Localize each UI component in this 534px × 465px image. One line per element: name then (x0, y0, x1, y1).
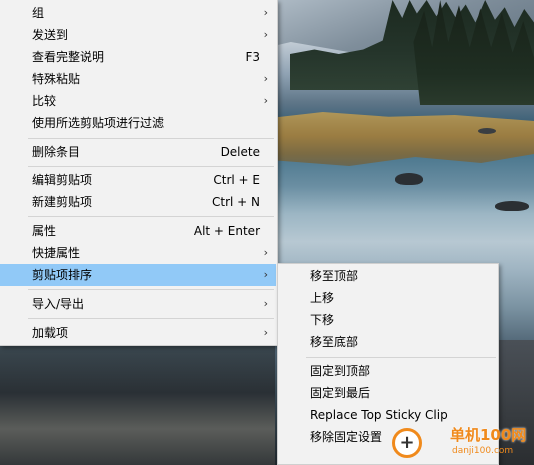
submenu-item-move-to-top[interactable]: 移至顶部 (278, 265, 498, 287)
menu-item-delete[interactable]: 删除条目 Delete (0, 141, 276, 163)
submenu-arrow-icon: › (263, 72, 268, 85)
menu-item-label: 特殊粘贴 (32, 72, 81, 86)
submenu-item-pin-to-last[interactable]: 固定到最后 (278, 382, 498, 404)
menu-item-filter-by-selected[interactable]: 使用所选剪贴项进行过滤 (0, 112, 276, 134)
menu-item-label: 查看完整说明 (32, 50, 105, 64)
menu-item-import-export[interactable]: 导入/导出 › (0, 293, 276, 315)
menu-item-quick-properties[interactable]: 快捷属性 › (0, 242, 276, 264)
menu-item-add-ins[interactable]: 加载项 › (0, 322, 276, 344)
wallpaper-rock (478, 128, 496, 134)
menu-separator (28, 166, 274, 167)
menu-item-label: 发送到 (32, 28, 69, 42)
watermark-text: 单机100网 (450, 426, 527, 444)
context-menu: 组 › 发送到 › 查看完整说明 F3 特殊粘贴 › 比较 › 使用所选剪贴项进… (0, 0, 278, 346)
menu-item-label: 导入/导出 (32, 297, 85, 311)
menu-item-compare[interactable]: 比较 › (0, 90, 276, 112)
wallpaper-grass (270, 112, 534, 166)
menu-item-label: 加载项 (32, 326, 69, 340)
menu-item-edit-clip[interactable]: 编辑剪贴项 Ctrl + E (0, 169, 276, 191)
submenu-item-move-to-bottom[interactable]: 移至底部 (278, 331, 498, 353)
submenu-separator (306, 357, 496, 358)
wallpaper-rock (395, 173, 423, 185)
submenu-item-pin-to-top[interactable]: 固定到顶部 (278, 360, 498, 382)
submenu-arrow-icon: › (263, 246, 268, 259)
menu-item-label: 新建剪贴项 (32, 195, 93, 209)
menu-item-group[interactable]: 组 › (0, 2, 276, 24)
submenu-item-label: Replace Top Sticky Clip (310, 408, 448, 422)
watermark-url: danji100.com (452, 446, 514, 456)
menu-item-label: 编辑剪贴项 (32, 173, 93, 187)
watermark-logo: + 单机100网 danji100.com (392, 424, 534, 465)
submenu-arrow-icon: › (263, 94, 268, 107)
menu-item-label: 比较 (32, 94, 57, 108)
menu-item-label: 剪贴项排序 (32, 268, 93, 282)
submenu-item-replace-top-sticky-clip[interactable]: Replace Top Sticky Clip (278, 404, 498, 426)
submenu-arrow-icon: › (263, 6, 268, 19)
menu-item-shortcut: Ctrl + N (211, 195, 260, 209)
menu-separator (28, 138, 274, 139)
submenu-item-label: 移至底部 (310, 335, 359, 349)
menu-item-label: 使用所选剪贴项进行过滤 (32, 116, 165, 130)
menu-item-shortcut: Alt + Enter (193, 224, 260, 238)
menu-item-label: 组 (32, 6, 45, 20)
menu-item-label: 快捷属性 (32, 246, 81, 260)
submenu-arrow-icon: › (263, 268, 268, 281)
menu-item-properties[interactable]: 属性 Alt + Enter (0, 220, 276, 242)
menu-separator (28, 318, 274, 319)
menu-item-label: 删除条目 (32, 145, 81, 159)
submenu-arrow-icon: › (263, 297, 268, 310)
submenu-item-label: 上移 (310, 291, 335, 305)
submenu-item-label: 固定到最后 (310, 386, 371, 400)
menu-item-shortcut: Ctrl + E (213, 173, 260, 187)
menu-separator (28, 216, 274, 217)
menu-separator (28, 289, 274, 290)
submenu-item-move-down[interactable]: 下移 (278, 309, 498, 331)
submenu-item-label: 下移 (310, 313, 335, 327)
menu-item-paste-special[interactable]: 特殊粘贴 › (0, 68, 276, 90)
submenu-item-move-up[interactable]: 上移 (278, 287, 498, 309)
menu-item-shortcut: F3 (245, 50, 260, 64)
menu-item-shortcut: Delete (220, 145, 260, 159)
wallpaper-rock (495, 201, 529, 211)
menu-item-label: 属性 (32, 224, 57, 238)
submenu-arrow-icon: › (263, 28, 268, 41)
submenu-item-label: 固定到顶部 (310, 364, 371, 378)
menu-item-new-clip[interactable]: 新建剪贴项 Ctrl + N (0, 191, 276, 213)
submenu-item-label: 移除固定设置 (310, 430, 383, 444)
plus-icon: + (399, 432, 415, 453)
wallpaper-shore (0, 345, 275, 465)
submenu-arrow-icon: › (263, 326, 268, 339)
menu-item-send-to[interactable]: 发送到 › (0, 24, 276, 46)
menu-item-view-full-description[interactable]: 查看完整说明 F3 (0, 46, 276, 68)
submenu-item-label: 移至顶部 (310, 269, 359, 283)
menu-item-sort-clips[interactable]: 剪贴项排序 › (0, 264, 276, 286)
